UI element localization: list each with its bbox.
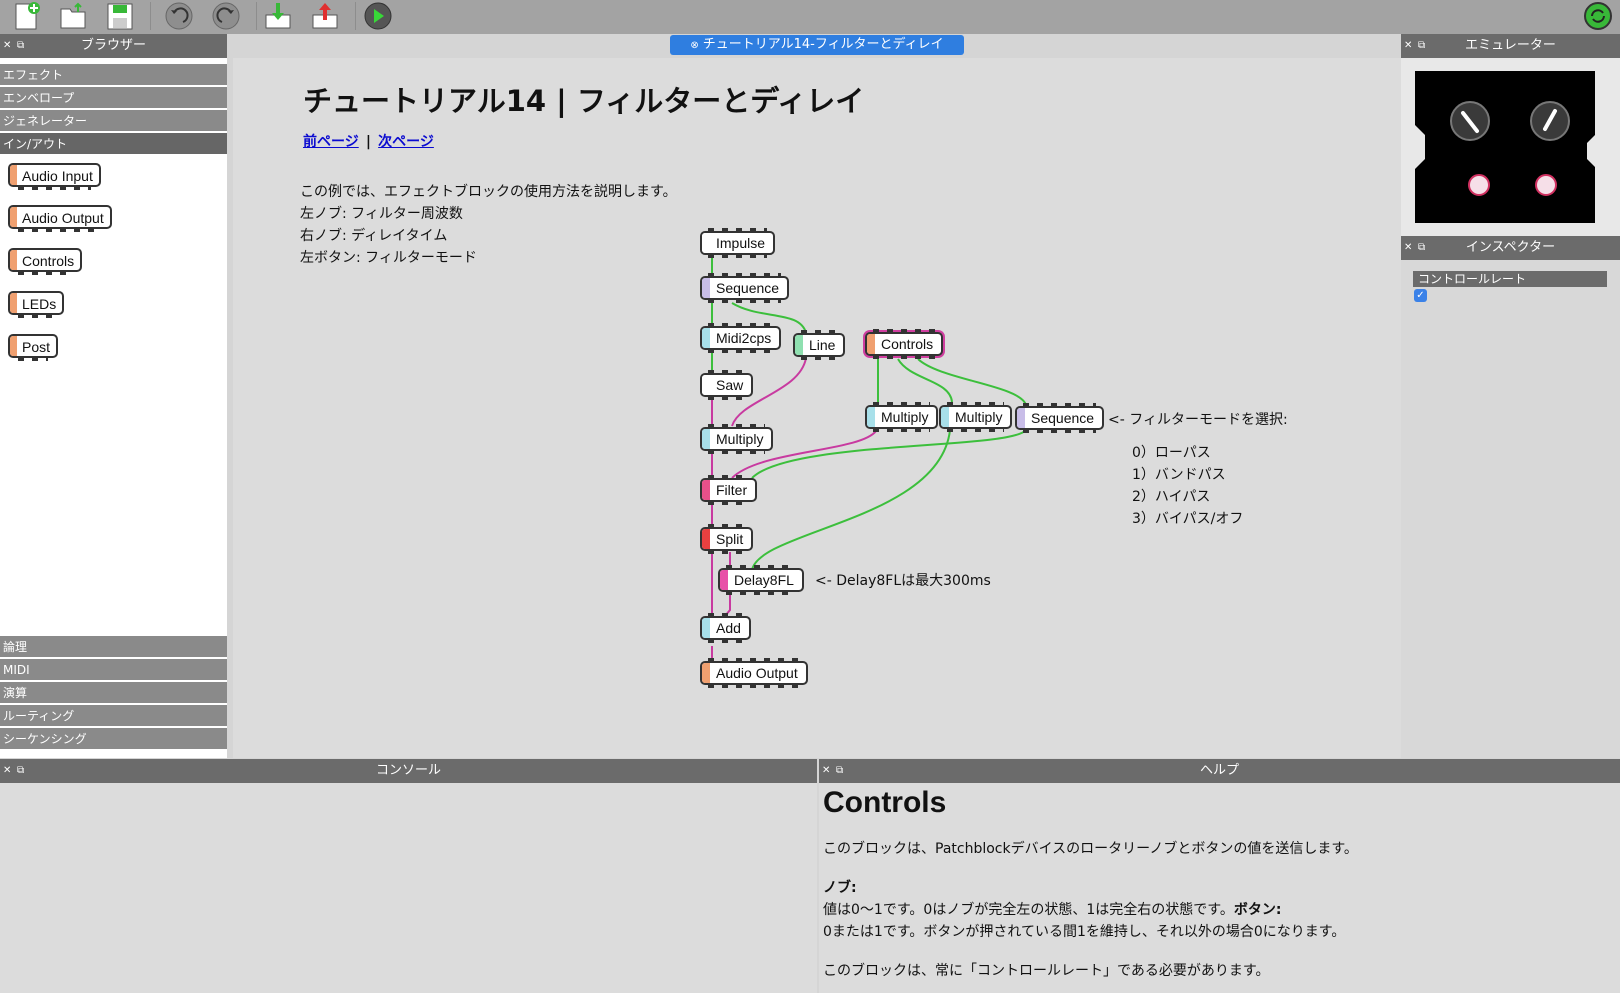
help-paragraph: このブロックは、Patchblockデバイスのロータリーノブとボタンの値を送信し…: [823, 841, 1358, 857]
block-sequence-2[interactable]: Sequence: [1015, 403, 1105, 433]
block-audio-output[interactable]: Audio Output: [700, 658, 808, 688]
block-multiply-2[interactable]: Multiply: [865, 402, 939, 432]
block-label: Sequence: [716, 280, 780, 296]
block-label: Controls: [881, 336, 934, 352]
left-knob[interactable]: [1450, 101, 1490, 141]
console-panel[interactable]: [0, 783, 817, 993]
block-delay8fl[interactable]: Delay8FL: [718, 565, 804, 595]
block-controls[interactable]: Controls: [865, 329, 944, 359]
help-paragraph: 0または1です。ボタンが押されている間1を維持し、それ以外の場合0になります。: [823, 924, 1346, 940]
help-paragraph: このブロックは、常に「コントロールレート」である必要があります。: [823, 963, 1270, 979]
block-split[interactable]: Split: [700, 524, 754, 554]
inspector-panel: [1401, 260, 1620, 758]
block-filter[interactable]: Filter: [700, 475, 758, 505]
wire-controls-multiply3[interactable]: [897, 358, 953, 403]
block-midi2cps[interactable]: Midi2cps: [700, 323, 782, 353]
block-label: Multiply: [955, 409, 1003, 425]
filter-mode-option: 1）バンドパス: [1132, 467, 1226, 483]
block-label: Split: [716, 531, 744, 547]
filter-mode-option: 3）バイパス/オフ: [1132, 511, 1244, 527]
block-label: Audio Output: [716, 665, 798, 681]
block-label: Impulse: [716, 235, 766, 251]
help-title: Controls: [823, 786, 947, 819]
block-label: Midi2cps: [716, 330, 772, 346]
block-label: Multiply: [716, 431, 764, 447]
help-paragraph: 値は0〜1です。0はノブが完全左の状態、1は完全右の状態です。ボタン:: [823, 899, 1281, 919]
block-multiply-3[interactable]: Multiply: [939, 402, 1013, 432]
block-label: Add: [716, 620, 741, 636]
inspector-property-control-rate: コントロールレート: [1413, 271, 1607, 287]
block-multiply[interactable]: Multiply: [700, 424, 774, 454]
filter-mode-option: 2）ハイパス: [1132, 489, 1211, 505]
block-impulse[interactable]: Impulse: [700, 228, 776, 258]
block-label: Filter: [716, 482, 748, 498]
block-sequence[interactable]: Sequence: [700, 273, 790, 303]
control-rate-checkbox[interactable]: ✓: [1414, 289, 1427, 302]
device-emulator: [1415, 71, 1595, 223]
help-heading-button: ボタン:: [1233, 902, 1282, 918]
left-button[interactable]: [1468, 174, 1490, 196]
right-button[interactable]: [1535, 174, 1557, 196]
block-label: Saw: [716, 377, 744, 393]
right-knob[interactable]: [1530, 101, 1570, 141]
filter-mode-option: 0）ローパス: [1132, 445, 1211, 461]
block-label: Line: [809, 337, 836, 353]
block-label: Delay8FL: [734, 572, 794, 588]
block-line[interactable]: Line: [793, 330, 846, 360]
help-knob-text: 値は0〜1です。0はノブが完全左の状態、1は完全右の状態です。: [823, 902, 1234, 918]
block-label: Sequence: [1031, 410, 1095, 426]
filter-mode-note: <- フィルターモードを選択:: [1108, 412, 1288, 428]
delay-note: <- Delay8FLは最大300ms: [815, 573, 991, 589]
block-label: Multiply: [881, 409, 929, 425]
help-heading-knob: ノブ:: [823, 880, 857, 896]
block-add[interactable]: Add: [700, 613, 751, 643]
block-saw[interactable]: Saw: [700, 370, 754, 400]
